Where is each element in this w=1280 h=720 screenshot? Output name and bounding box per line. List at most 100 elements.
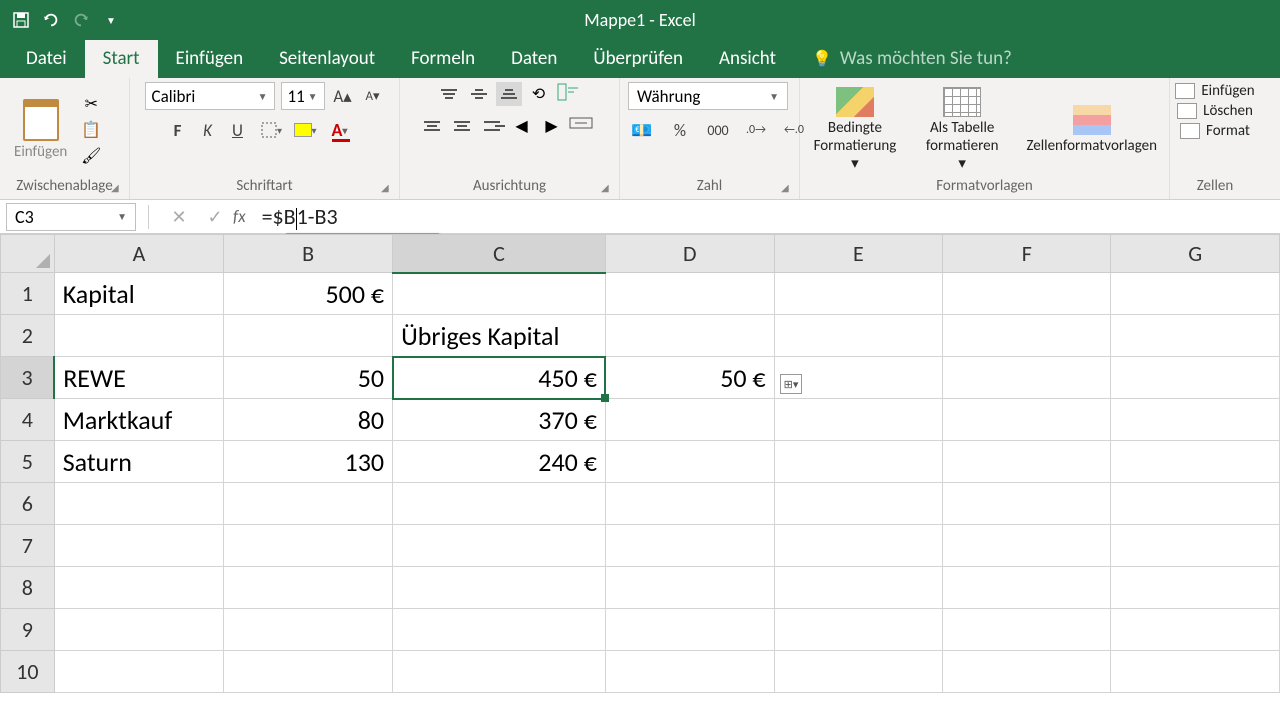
cell-B10[interactable] bbox=[224, 651, 393, 693]
cell-E6[interactable] bbox=[774, 483, 942, 525]
col-header-F[interactable]: F bbox=[943, 235, 1111, 273]
cell-D4[interactable] bbox=[605, 399, 774, 441]
comma-format-icon[interactable]: 000 bbox=[704, 118, 732, 142]
tab-ansicht[interactable]: Ansicht bbox=[701, 39, 794, 78]
cell-A6[interactable] bbox=[54, 483, 224, 525]
cell-G1[interactable] bbox=[1111, 273, 1280, 315]
cell-F1[interactable] bbox=[943, 273, 1111, 315]
cell-C7[interactable] bbox=[393, 525, 606, 567]
cell-A4[interactable]: Marktkauf bbox=[54, 399, 224, 441]
cell-F4[interactable] bbox=[943, 399, 1111, 441]
cell-C10[interactable] bbox=[393, 651, 606, 693]
merge-cells-icon[interactable] bbox=[569, 114, 601, 138]
cell-B5[interactable]: 130 bbox=[224, 441, 393, 483]
cell-D1[interactable] bbox=[605, 273, 774, 315]
cell-E1[interactable] bbox=[774, 273, 942, 315]
cell-C6[interactable] bbox=[393, 483, 606, 525]
cell-F6[interactable] bbox=[943, 483, 1111, 525]
row-header-10[interactable]: 10 bbox=[1, 651, 55, 693]
font-launcher-icon[interactable]: ◢ bbox=[381, 181, 395, 195]
format-cells-button[interactable]: Format bbox=[1180, 122, 1250, 140]
increase-decimal-icon[interactable]: .0→ bbox=[742, 118, 770, 142]
col-header-A[interactable]: A bbox=[54, 235, 224, 273]
orientation-icon[interactable]: ⟲ bbox=[526, 82, 552, 106]
cell-D9[interactable] bbox=[605, 609, 774, 651]
cell-G5[interactable] bbox=[1111, 441, 1280, 483]
underline-button[interactable]: U bbox=[226, 118, 250, 142]
col-header-B[interactable]: B bbox=[224, 235, 393, 273]
row-header-9[interactable]: 9 bbox=[1, 609, 55, 651]
tab-ueberpruefen[interactable]: Überprüfen bbox=[575, 39, 701, 78]
cell-F3[interactable] bbox=[943, 357, 1111, 399]
cell-G9[interactable] bbox=[1111, 609, 1280, 651]
tab-start[interactable]: Start bbox=[85, 39, 158, 78]
alignment-launcher-icon[interactable]: ◢ bbox=[601, 181, 615, 195]
cell-C8[interactable] bbox=[393, 567, 606, 609]
cell-C3[interactable]: 450 € bbox=[393, 357, 606, 399]
cell-A10[interactable] bbox=[54, 651, 224, 693]
cell-E8[interactable] bbox=[774, 567, 942, 609]
cell-F8[interactable] bbox=[943, 567, 1111, 609]
cell-G4[interactable] bbox=[1111, 399, 1280, 441]
col-header-G[interactable]: G bbox=[1111, 235, 1280, 273]
cell-A7[interactable] bbox=[54, 525, 224, 567]
paste-button[interactable]: Einfügen bbox=[8, 97, 73, 163]
tell-me-input[interactable]: 💡 Was möchten Sie tun? bbox=[794, 39, 1030, 78]
cell-styles-button[interactable]: Zellenformatvorlagen bbox=[1022, 103, 1161, 157]
cell-E4[interactable] bbox=[774, 399, 942, 441]
cell-B9[interactable] bbox=[224, 609, 393, 651]
cell-D8[interactable] bbox=[605, 567, 774, 609]
col-header-E[interactable]: E bbox=[774, 235, 942, 273]
cell-C1[interactable] bbox=[393, 273, 606, 315]
cell-C9[interactable] bbox=[393, 609, 606, 651]
row-header-6[interactable]: 6 bbox=[1, 483, 55, 525]
col-header-C[interactable]: C bbox=[393, 235, 606, 273]
row-header-3[interactable]: 3 bbox=[1, 357, 55, 399]
cell-D5[interactable] bbox=[605, 441, 774, 483]
cell-B3[interactable]: 50 bbox=[224, 357, 393, 399]
save-icon[interactable] bbox=[12, 11, 30, 29]
row-header-8[interactable]: 8 bbox=[1, 567, 55, 609]
format-as-table-button[interactable]: Als Tabelleformatieren ▾ bbox=[920, 85, 1005, 175]
tab-datei[interactable]: Datei bbox=[8, 39, 85, 78]
select-all-corner[interactable] bbox=[1, 235, 55, 273]
cell-B2[interactable] bbox=[224, 315, 393, 357]
cell-B7[interactable] bbox=[224, 525, 393, 567]
row-header-5[interactable]: 5 bbox=[1, 441, 55, 483]
cell-A1[interactable]: Kapital bbox=[54, 273, 224, 315]
cut-icon[interactable]: ✂ bbox=[79, 94, 103, 114]
bold-button[interactable]: F bbox=[166, 118, 190, 142]
cell-B4[interactable]: 80 bbox=[224, 399, 393, 441]
cell-D6[interactable] bbox=[605, 483, 774, 525]
font-name-select[interactable]: Calibri ▼ bbox=[145, 82, 275, 110]
conditional-formatting-button[interactable]: BedingteFormatierung ▾ bbox=[808, 85, 902, 175]
decrease-indent-icon[interactable]: ◀ bbox=[509, 114, 535, 138]
align-top-icon[interactable] bbox=[436, 82, 462, 106]
name-box[interactable]: C3 ▼ bbox=[6, 203, 136, 231]
cell-G8[interactable] bbox=[1111, 567, 1280, 609]
delete-cells-button[interactable]: Löschen bbox=[1177, 102, 1253, 120]
cell-G6[interactable] bbox=[1111, 483, 1280, 525]
font-color-button[interactable]: A▾ bbox=[332, 118, 364, 142]
row-header-1[interactable]: 1 bbox=[1, 273, 55, 315]
format-painter-icon[interactable]: 🖌 bbox=[79, 146, 103, 166]
cell-F5[interactable] bbox=[943, 441, 1111, 483]
undo-icon[interactable] bbox=[42, 11, 60, 29]
cell-F7[interactable] bbox=[943, 525, 1111, 567]
tab-seitenlayout[interactable]: Seitenlayout bbox=[261, 39, 393, 78]
redo-icon[interactable] bbox=[72, 11, 90, 29]
autofill-options-icon[interactable]: ⊞▾ bbox=[780, 374, 802, 394]
tab-einfuegen[interactable]: Einfügen bbox=[158, 39, 262, 78]
insert-cells-button[interactable]: Einfügen bbox=[1175, 82, 1254, 100]
cell-C5[interactable]: 240 € bbox=[393, 441, 606, 483]
cell-C2[interactable]: Übriges Kapital bbox=[393, 315, 606, 357]
cell-B8[interactable] bbox=[224, 567, 393, 609]
cell-A2[interactable] bbox=[54, 315, 224, 357]
cell-A5[interactable]: Saturn bbox=[54, 441, 224, 483]
number-format-select[interactable]: Währung ▼ bbox=[628, 82, 788, 110]
cell-A9[interactable] bbox=[54, 609, 224, 651]
cell-G2[interactable] bbox=[1111, 315, 1280, 357]
cell-B6[interactable] bbox=[224, 483, 393, 525]
cancel-formula-icon[interactable]: ✕ bbox=[169, 206, 189, 228]
align-left-icon[interactable] bbox=[419, 114, 445, 138]
